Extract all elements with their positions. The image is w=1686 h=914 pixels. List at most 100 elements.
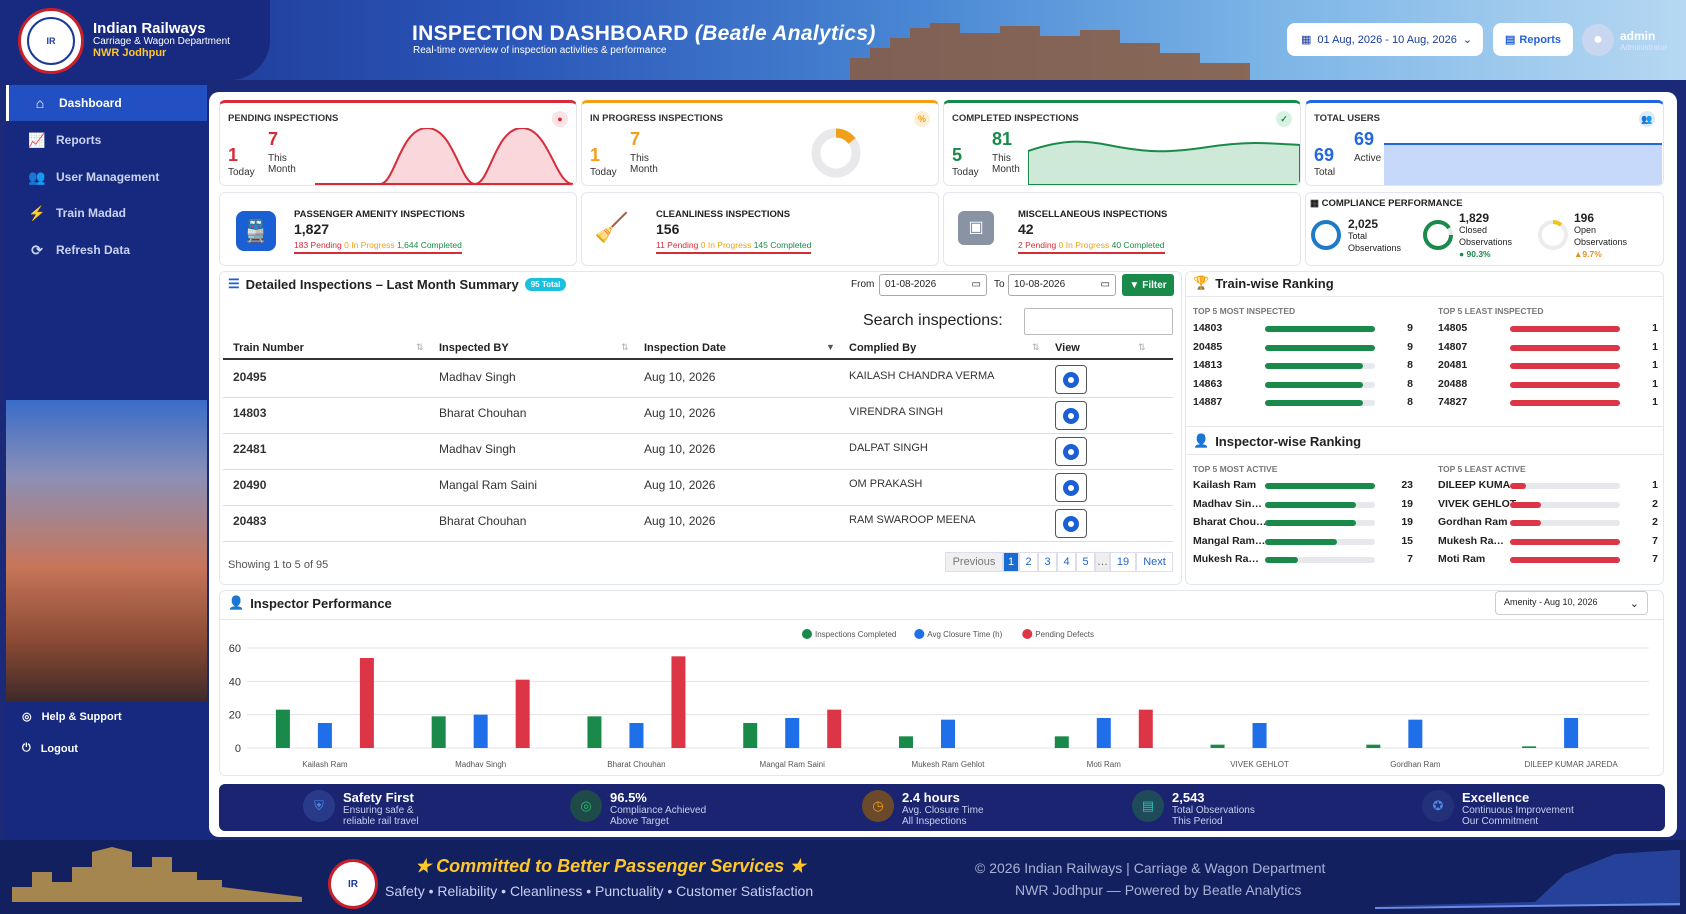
amenity-date-select[interactable]: Amenity - Aug 10, 2026 ⌄: [1495, 591, 1648, 615]
sort-icon[interactable]: ⇅: [621, 342, 629, 353]
y-tick-label: 60: [229, 643, 241, 655]
from-date-input[interactable]: 01-08-2026 ▭: [879, 274, 987, 296]
page-4[interactable]: 4: [1057, 552, 1076, 572]
page-previous[interactable]: Previous: [945, 552, 1003, 572]
page-2[interactable]: 2: [1019, 552, 1038, 572]
sidebar-item-refresh-data[interactable]: ⟳ Refresh Data: [6, 232, 207, 268]
ranking-value: 1: [1652, 377, 1658, 390]
total-ring: [1311, 220, 1341, 250]
sidebar-item-train-madad[interactable]: ⚡ Train Madad: [6, 195, 207, 231]
ranking-value: 8: [1407, 377, 1413, 390]
sort-icon[interactable]: ⇅: [1138, 342, 1146, 353]
highlight-closure-time: ◷ 2.4 hours Avg. Closure Time All Inspectio…: [862, 790, 984, 827]
page-1[interactable]: 1: [1003, 552, 1019, 572]
bar: [629, 723, 644, 748]
footer-powered-by: NWR Jodhpur — Powered by Beatle Analytic…: [1015, 882, 1302, 898]
ranking-row: DILEEP KUMA… 1: [1438, 477, 1660, 496]
least-inspected-label: TOP 5 LEAST INSPECTED: [1438, 306, 1544, 316]
view-button[interactable]: [1055, 401, 1087, 430]
th-train-number[interactable]: Train Number: [233, 342, 304, 354]
ranking-name: 14813: [1193, 359, 1223, 371]
ranking-row: 14805 1: [1438, 320, 1660, 339]
clipboard-icon: ▤: [1132, 790, 1164, 822]
ranking-bar: [1265, 483, 1375, 489]
page-ellipsis: …: [1095, 552, 1110, 572]
page-19[interactable]: 19: [1110, 552, 1136, 572]
page-subtitle: Real-time overview of inspection activit…: [413, 45, 667, 56]
sidebar-item-user-management[interactable]: 👥 User Management: [6, 159, 207, 195]
ranking-name: Moti Ram: [1438, 553, 1486, 565]
reports-button[interactable]: ▤ Reports: [1493, 23, 1573, 56]
th-complied-by[interactable]: Complied By: [849, 342, 916, 354]
user-menu[interactable]: ● admin Administrator: [1582, 22, 1682, 58]
train-icon: 🚆: [236, 211, 276, 251]
inspector-performance-chart: Inspections Completed Avg Closure Time (h…: [229, 629, 1649, 769]
x-tick-label: Mangal Ram Saini: [760, 760, 826, 769]
table-row: 22481 Madhav Singh Aug 10, 2026 DALPAT S…: [223, 434, 1173, 470]
calendar-icon: ▦: [1301, 34, 1312, 46]
page-5[interactable]: 5: [1076, 552, 1095, 572]
sort-desc-icon[interactable]: ▼: [826, 342, 835, 352]
th-inspected-by[interactable]: Inspected BY: [439, 342, 509, 354]
ranking-row: 14887 8: [1193, 394, 1415, 413]
filter-button[interactable]: ▼ Filter: [1122, 274, 1174, 296]
highlight-safety: ⛨ Safety First Ensuring safe & reliable rai…: [303, 790, 419, 827]
page-next[interactable]: Next: [1136, 552, 1173, 572]
ranking-bar: [1265, 538, 1337, 545]
target-icon: ◎: [570, 790, 602, 822]
bar: [1522, 746, 1537, 748]
th-inspection-date[interactable]: Inspection Date: [644, 342, 726, 354]
x-tick-label: VIVEK GEHLOT: [1230, 760, 1289, 769]
bolt-icon: ⚡: [28, 204, 46, 221]
y-tick-label: 0: [235, 743, 241, 755]
users-icon: 👥: [1639, 111, 1655, 127]
page-3[interactable]: 3: [1038, 552, 1057, 572]
help-icon: ◎: [22, 711, 32, 723]
help-support-link[interactable]: ◎ Help & Support: [22, 710, 122, 724]
table-row: 20495 Madhav Singh Aug 10, 2026 KAILASH …: [223, 362, 1173, 398]
eye-icon: [1063, 443, 1079, 460]
bar: [743, 723, 758, 748]
bar: [1054, 736, 1069, 748]
ranking-row: 14803 9: [1193, 320, 1415, 339]
trophy-icon: 🏆: [1193, 275, 1210, 290]
logout-link[interactable]: ⏻ Logout: [22, 742, 78, 755]
user-role: Administrator: [1620, 42, 1668, 52]
footer: IR ★ Committed to Better Passenger Servi…: [0, 840, 1686, 914]
view-button[interactable]: [1055, 509, 1087, 538]
ranking-value: 8: [1407, 359, 1413, 371]
least-active-list: DILEEP KUMA… 1 VIVEK GEHLOT 2 Gordhan Ram 2 Mu…: [1438, 477, 1660, 570]
table-row: 20483 Bharat Chouhan Aug 10, 2026 RAM SW…: [223, 506, 1173, 542]
view-button[interactable]: [1055, 365, 1087, 394]
most-active-list: Kailash Ram 23 Madhav Sin… 19 Bharat Chou… 19…: [1193, 477, 1415, 570]
to-date-input[interactable]: 10-08-2026 ▭: [1008, 274, 1116, 296]
ranking-name: 74827: [1438, 396, 1468, 408]
x-tick-label: Madhav Singh: [455, 760, 506, 769]
most-inspected-label: TOP 5 MOST INSPECTED: [1193, 306, 1296, 316]
legend-swatch: [802, 629, 812, 639]
eye-icon: [1063, 371, 1079, 388]
view-button[interactable]: [1055, 473, 1087, 502]
bar: [275, 709, 290, 748]
bar: [473, 714, 488, 748]
bar: [941, 719, 955, 748]
ranking-bar: [1510, 326, 1620, 332]
bar: [899, 736, 913, 748]
view-button[interactable]: [1055, 437, 1087, 466]
search-input[interactable]: [1024, 308, 1173, 335]
sidebar-item-reports[interactable]: 📈 Reports: [6, 122, 207, 158]
x-tick-label: Gordhan Ram: [1390, 760, 1441, 769]
date-range-picker[interactable]: ▦ 01 Aug, 2026 - 10 Aug, 2026 ⌄: [1287, 23, 1483, 56]
ranking-name: Mangal Ram…: [1193, 534, 1266, 547]
bar: [1408, 719, 1423, 748]
ranking-value: 19: [1401, 516, 1413, 528]
sort-icon[interactable]: ⇅: [1032, 342, 1040, 353]
bar: [827, 709, 842, 748]
highlight-observations: ▤ 2,543 Total Observations This Period: [1132, 790, 1255, 827]
sidebar-item-dashboard[interactable]: ⌂ Dashboard: [6, 85, 207, 121]
user-name: admin: [1620, 28, 1656, 43]
ranking-name: Gordhan Ram: [1438, 516, 1508, 528]
sort-icon[interactable]: ⇅: [416, 342, 424, 353]
th-view[interactable]: View: [1055, 342, 1080, 354]
zone-name: NWR Jodhpur: [93, 47, 167, 59]
